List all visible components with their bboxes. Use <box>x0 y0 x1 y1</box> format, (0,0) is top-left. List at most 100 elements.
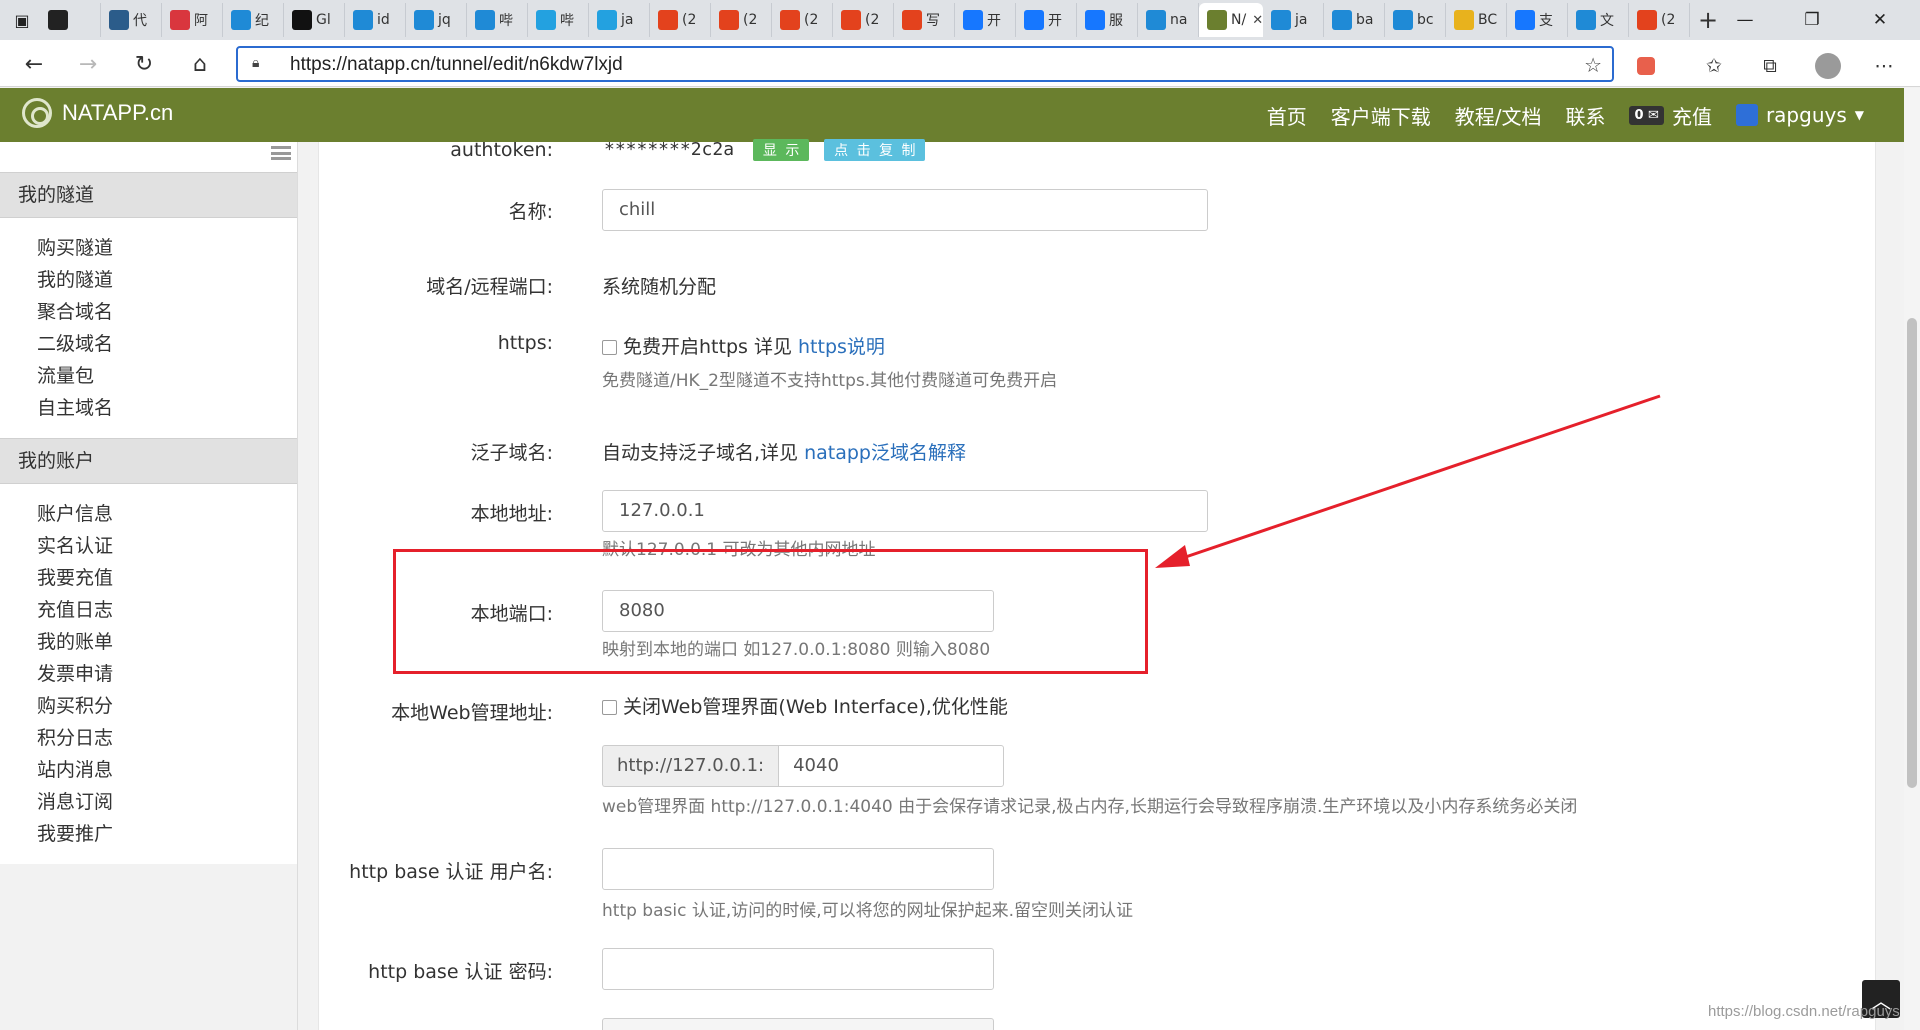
user-menu[interactable]: rapguys ▼ <box>1735 103 1864 127</box>
extension-icon[interactable] <box>1632 52 1660 80</box>
sidebar-item-account-info[interactable]: 账户信息 <box>37 498 297 530</box>
browser-tab[interactable]: 纪 <box>223 3 284 37</box>
browser-tab[interactable]: (2 <box>1629 3 1690 37</box>
https-checkbox[interactable] <box>602 340 617 355</box>
recharge-link[interactable]: 0 ✉ 充值 <box>1629 101 1712 130</box>
name-input[interactable]: chill <box>602 189 1208 231</box>
next-field-input[interactable] <box>602 1018 994 1030</box>
sidebar-group-title[interactable]: 我的隧道 <box>0 172 297 218</box>
auth-password-input[interactable] <box>602 948 994 990</box>
brand[interactable]: NATAPP.cn <box>22 98 173 128</box>
wildcard-text: 自动支持泛子域名,详见 <box>602 442 799 464</box>
home-icon[interactable]: ⌂ <box>184 48 216 80</box>
site-nav-links: 首页 客户端下载 教程/文档 联系 0 ✉ 充值 rapguys ▼ <box>1267 88 1864 142</box>
close-tab-icon[interactable]: ✕ <box>1252 13 1263 28</box>
sidebar-item-points-log[interactable]: 积分日志 <box>37 722 297 754</box>
browser-tab[interactable]: Gl <box>284 3 345 37</box>
sidebar-item-referral[interactable]: 我要推广 <box>37 818 297 850</box>
browser-tab[interactable]: 文 <box>1568 3 1629 37</box>
browser-tab[interactable]: (2 <box>772 3 833 37</box>
bird-icon <box>109 10 129 30</box>
browser-tab[interactable]: bc <box>1385 3 1446 37</box>
show-token-button[interactable]: 显 示 <box>752 139 810 161</box>
csdn-icon <box>719 10 739 30</box>
browser-tab[interactable]: 代 <box>101 3 162 37</box>
browser-tab[interactable]: 写 <box>894 3 955 37</box>
collections-icon[interactable]: ⧉ <box>1756 52 1784 80</box>
back-icon[interactable]: ← <box>18 48 50 80</box>
browser-tab[interactable]: ja <box>1263 3 1324 37</box>
browser-tab[interactable]: 哔 <box>467 3 528 37</box>
more-menu-icon[interactable]: ⋯ <box>1870 52 1898 80</box>
browser-tab[interactable]: 支 <box>1507 3 1568 37</box>
browser-tab[interactable]: 开 <box>955 3 1016 37</box>
browser-tab[interactable]: jq <box>406 3 467 37</box>
sidebar-item-invoice[interactable]: 发票申请 <box>37 658 297 690</box>
favorites-icon[interactable]: ✩ <box>1700 52 1728 80</box>
browser-tab[interactable]: 开 <box>1016 3 1077 37</box>
menu-toggle-icon[interactable] <box>271 146 291 160</box>
sidebar-group-title[interactable]: 我的账户 <box>0 438 297 484</box>
nav-docs[interactable]: 教程/文档 <box>1455 101 1542 130</box>
sidebar-item-recharge[interactable]: 我要充值 <box>37 562 297 594</box>
page-scrollbar[interactable] <box>1904 88 1920 1030</box>
nav-download[interactable]: 客户端下载 <box>1331 101 1431 130</box>
browser-tab[interactable]: id <box>345 3 406 37</box>
bilibili-icon <box>597 10 617 30</box>
user-icon <box>1735 104 1758 126</box>
sidebar-item-traffic-pack[interactable]: 流量包 <box>37 360 297 392</box>
sidebar-item-subscriptions[interactable]: 消息订阅 <box>37 786 297 818</box>
lock-icon: 🔒︎ <box>252 55 260 71</box>
tab-actions-icon[interactable]: ▣ <box>8 6 36 34</box>
scrollbar-thumb[interactable] <box>1907 318 1917 788</box>
disable-web-checkbox[interactable] <box>602 700 617 715</box>
nav-home[interactable]: 首页 <box>1267 101 1307 130</box>
minimize-icon[interactable]: — <box>1715 0 1775 40</box>
profile-icon[interactable] <box>1814 52 1842 80</box>
tab-strip: 代 阿 纪 Gl id jq 哔 哔 ja (2 (2 (2 (2 写 开 开 服 na N/ ✕ ja ba bc BC 支 文… <box>40 3 1726 37</box>
forward-icon[interactable]: → <box>72 48 104 80</box>
browser-tab-active[interactable]: N/ ✕ <box>1199 3 1263 37</box>
sidebar-item-recharge-log[interactable]: 充值日志 <box>37 594 297 626</box>
favorite-add-icon[interactable]: ☆ <box>1584 53 1602 77</box>
copy-token-button[interactable]: 点 击 复 制 <box>824 139 926 161</box>
url-bar[interactable]: 🔒︎ https://natapp.cn/tunnel/edit/n6kdw7l… <box>236 46 1614 82</box>
browser-tab[interactable]: BC <box>1446 3 1507 37</box>
username: rapguys <box>1765 103 1847 127</box>
csdn-icon <box>1637 10 1657 30</box>
authtoken-label: authtoken: <box>450 139 553 161</box>
sidebar-item-buy-points[interactable]: 购买积分 <box>37 690 297 722</box>
browser-tab[interactable]: na <box>1138 3 1199 37</box>
sidebar-item-subdomain[interactable]: 二级域名 <box>37 328 297 360</box>
web-admin-port-input[interactable]: 4040 <box>778 745 1005 787</box>
url-text[interactable]: https://natapp.cn/tunnel/edit/n6kdw7lxjd <box>290 54 623 76</box>
browser-tab[interactable]: ja <box>589 3 650 37</box>
sidebar-item-messages[interactable]: 站内消息 <box>37 754 297 786</box>
browser-tab[interactable]: (2 <box>650 3 711 37</box>
maximize-icon[interactable]: ❐ <box>1782 0 1842 40</box>
browser-tab[interactable]: ba <box>1324 3 1385 37</box>
browser-tab[interactable]: 哔 <box>528 3 589 37</box>
browser-tab[interactable] <box>40 3 101 37</box>
sidebar-item-verification[interactable]: 实名认证 <box>37 530 297 562</box>
browser-tab[interactable]: (2 <box>711 3 772 37</box>
https-doc-link[interactable]: https说明 <box>798 336 885 358</box>
browser-tab[interactable]: (2 <box>833 3 894 37</box>
auth-username-input[interactable] <box>602 848 994 890</box>
browser-tab[interactable]: 阿 <box>162 3 223 37</box>
sidebar-item-bills[interactable]: 我的账单 <box>37 626 297 658</box>
local-address-input[interactable]: 127.0.0.1 <box>602 490 1208 532</box>
refresh-icon[interactable]: ↻ <box>128 48 160 80</box>
sidebar-item-custom-domain[interactable]: 自主域名 <box>37 392 297 424</box>
close-window-icon[interactable]: ✕ <box>1850 0 1910 40</box>
sidebar-item-buy-tunnel[interactable]: 购买隧道 <box>37 232 297 264</box>
browser-tab[interactable]: 服 <box>1077 3 1138 37</box>
nav-contact[interactable]: 联系 <box>1565 101 1605 130</box>
browser-tab-bar: ▣ 代 阿 纪 Gl id jq 哔 哔 ja (2 (2 (2 (2 写 开 开 服 na N/ ✕ ja ba bc BC… <box>0 0 1920 40</box>
site-navbar: NATAPP.cn 首页 客户端下载 教程/文档 联系 0 ✉ 充值 rapgu… <box>0 88 1904 142</box>
tab-label: 哔 <box>499 13 513 29</box>
sidebar-item-my-tunnels[interactable]: 我的隧道 <box>37 264 297 296</box>
wildcard-doc-link[interactable]: natapp泛域名解释 <box>804 442 966 464</box>
sidebar-group-items: 账户信息 实名认证 我要充值 充值日志 我的账单 发票申请 购买积分 积分日志 … <box>0 484 297 864</box>
sidebar-item-aggregate-domain[interactable]: 聚合域名 <box>37 296 297 328</box>
